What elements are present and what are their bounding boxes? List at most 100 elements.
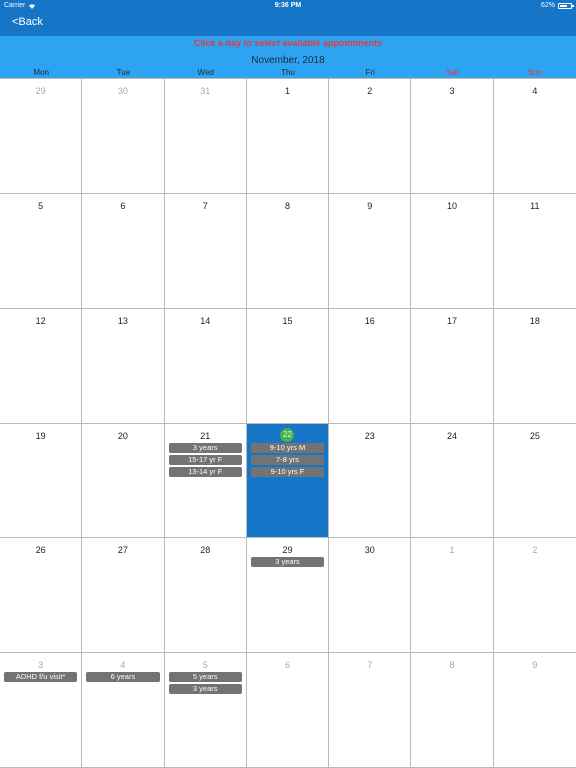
day-number: 6 <box>120 200 126 211</box>
calendar-day[interactable]: 29 <box>0 79 83 194</box>
day-number: 8 <box>449 660 455 671</box>
navigation-bar: <Back <box>0 12 576 36</box>
day-number: 6 <box>284 660 290 671</box>
appointment-list: 3 years 15-17 yr F 13-14 yr F <box>165 442 246 477</box>
calendar-day[interactable]: 18 <box>493 308 576 424</box>
weekday-label: Tue <box>116 68 131 77</box>
calendar-day[interactable]: 5 <box>0 193 83 309</box>
appointment-slot[interactable]: 3 years <box>250 557 325 568</box>
day-number: 8 <box>284 200 290 211</box>
day-number: 4 <box>120 660 126 671</box>
day-number: 31 <box>200 86 211 96</box>
day-number: 3 <box>38 660 44 671</box>
day-number: 26 <box>35 545 46 556</box>
calendar-day[interactable]: 11 <box>493 193 576 309</box>
day-number: 3 <box>449 86 455 96</box>
calendar-day[interactable]: 28 <box>164 538 247 654</box>
battery-percent: 62% <box>540 2 555 9</box>
calendar-day[interactable]: 46 years <box>82 653 165 768</box>
calendar-day[interactable]: 19 <box>0 423 83 539</box>
calendar-day[interactable]: 1 <box>411 538 494 654</box>
calendar-day[interactable]: 9 <box>329 193 412 309</box>
day-number: 2 <box>367 86 373 96</box>
battery-group: 62% <box>540 2 574 9</box>
day-number: 2 <box>532 545 538 556</box>
day-number: 23 <box>364 430 375 441</box>
appointment-slot[interactable]: 9-10 yrs F <box>250 466 325 477</box>
appointment-list: 9-10 yrs M 7-8 yrs 9-10 yrs F <box>247 442 328 477</box>
day-number: 9 <box>532 660 538 671</box>
appointment-slot[interactable]: 5 years <box>168 672 242 683</box>
calendar-day[interactable]: 26 <box>0 538 83 654</box>
appointment-slot[interactable]: 13-14 yr F <box>168 466 242 477</box>
appointment-slot[interactable]: 7-8 yrs <box>250 454 325 465</box>
calendar-day[interactable]: 3 <box>411 79 494 194</box>
weekday-label: Fri <box>365 68 375 77</box>
calendar-day[interactable]: 20 <box>82 423 165 539</box>
calendar-day[interactable]: 10 <box>411 193 494 309</box>
calendar-day[interactable]: 27 <box>82 538 165 654</box>
back-button[interactable]: <Back <box>12 16 43 28</box>
day-number: 20 <box>117 430 128 441</box>
day-number: 1 <box>284 86 290 96</box>
calendar-day[interactable]: 3 ADHD f/u visit* <box>0 653 83 768</box>
calendar-day[interactable]: 9 <box>493 653 576 768</box>
calendar-day[interactable]: 17 <box>411 308 494 424</box>
calendar-day[interactable]: 31 <box>164 79 247 194</box>
calendar-day[interactable]: 25 <box>493 423 576 539</box>
day-number: 22 <box>280 427 295 442</box>
weekday-row: Mon Tue Wed Thu Fri Sat Sun <box>0 68 576 78</box>
day-number: 30 <box>364 545 375 556</box>
calendar-day[interactable]: 7 <box>164 193 247 309</box>
calendar-day[interactable]: 8 <box>411 653 494 768</box>
calendar-day[interactable]: 14 <box>164 308 247 424</box>
calendar-header: Click a day to select available appointm… <box>0 36 576 78</box>
appointment-slot[interactable]: ADHD f/u visit* <box>4 672 78 683</box>
day-number: 29 <box>35 86 46 96</box>
calendar-day[interactable]: 55 years 3 years <box>164 653 247 768</box>
day-number: 21 <box>200 430 211 441</box>
day-number: 9 <box>367 200 373 211</box>
day-number: 30 <box>117 86 128 96</box>
calendar-day[interactable]: 2 <box>493 538 576 654</box>
appointment-slot[interactable]: 9-10 yrs M <box>250 442 325 453</box>
calendar-day[interactable]: 2 <box>329 79 412 194</box>
appointment-slot[interactable]: 3 years <box>168 442 242 453</box>
day-number: 14 <box>200 315 211 326</box>
calendar-day[interactable]: 4 <box>493 79 576 194</box>
calendar-day[interactable]: 30 <box>82 79 165 194</box>
day-number: 7 <box>367 660 373 671</box>
day-number: 15 <box>282 315 293 326</box>
calendar-day[interactable]: 7 <box>329 653 412 768</box>
calendar-day[interactable]: 13 <box>82 308 165 424</box>
calendar-day[interactable]: 21 3 years 15-17 yr F 13-14 yr F <box>164 423 247 539</box>
calendar-day[interactable]: 6 <box>82 193 165 309</box>
calendar-day[interactable]: 16 <box>329 308 412 424</box>
calendar-day[interactable]: 15 <box>246 308 330 424</box>
day-number: 11 <box>530 200 540 211</box>
calendar-day[interactable]: 23 <box>329 423 412 539</box>
calendar-day[interactable]: 1 <box>246 79 330 194</box>
calendar-day[interactable]: 30 <box>329 538 412 654</box>
day-number: 16 <box>364 315 375 326</box>
appointment-slot[interactable]: 3 years <box>168 684 242 695</box>
calendar-day[interactable]: 24 <box>411 423 494 539</box>
day-number: 24 <box>447 430 458 441</box>
weekday-label: Sat <box>446 68 459 77</box>
appointment-list: 6 years <box>82 672 163 683</box>
day-number: 29 <box>282 545 293 556</box>
appointment-list: 3 years <box>247 557 328 568</box>
day-number: 25 <box>529 430 540 441</box>
calendar-day[interactable]: 6 <box>246 653 330 768</box>
calendar-day[interactable]: 8 <box>246 193 330 309</box>
calendar-day[interactable]: 12 <box>0 308 83 424</box>
calendar-grid: 29 30 31 1 2 3 4 5 6 7 8 9 10 11 12 13 14 15 16 17 18 19 20 21 3… <box>0 78 576 768</box>
calendar-day-selected[interactable]: 22 9-10 yrs M 7-8 yrs 9-10 yrs F <box>246 423 330 539</box>
appointment-slot[interactable]: 15-17 yr F <box>168 454 242 465</box>
calendar-day[interactable]: 29 3 years <box>246 538 330 654</box>
instruction-text: Click a day to select available appointm… <box>193 38 383 48</box>
appointment-slot[interactable]: 6 years <box>86 672 160 683</box>
day-number: 17 <box>447 315 458 326</box>
day-number: 13 <box>117 315 128 326</box>
month-title: November, 2018 <box>251 55 325 66</box>
